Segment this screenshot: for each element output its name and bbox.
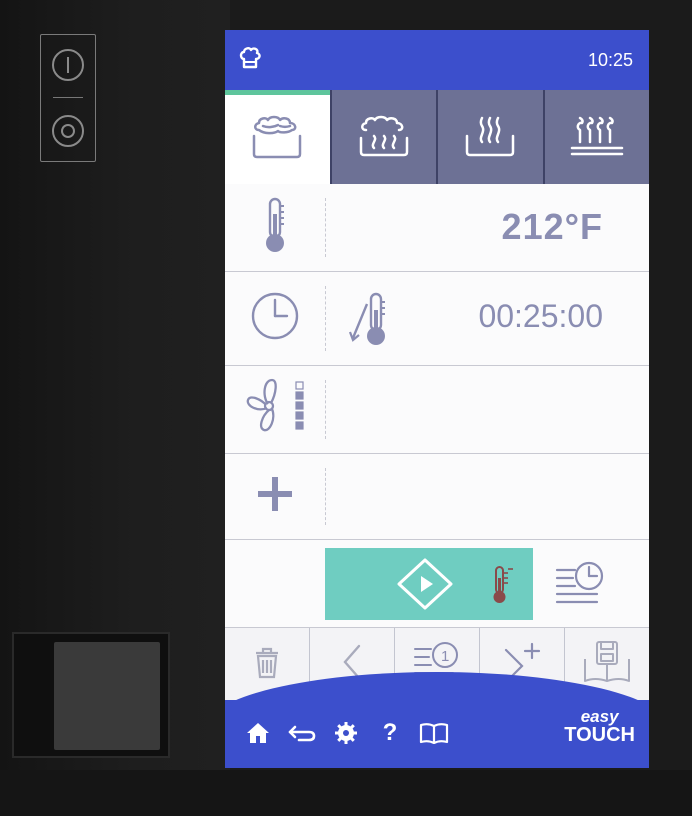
time-icon-cell [225, 272, 325, 365]
thermometer-icon [262, 196, 288, 259]
cooking-mode-tabs [225, 90, 649, 184]
power-panel [40, 34, 96, 162]
temperature-row[interactable]: 212°F [225, 184, 649, 272]
fan-level-bar-filled [295, 421, 304, 430]
row-divider [325, 286, 326, 351]
schedule-icon[interactable] [553, 558, 609, 615]
bottom-nav-icons: ? [243, 718, 449, 748]
power-off-button[interactable] [52, 115, 84, 147]
trash-icon [252, 644, 282, 685]
tab-combi-steam[interactable] [329, 90, 436, 184]
hot-air-mode-icon [250, 114, 304, 165]
logo-line2: TOUCH [564, 724, 635, 746]
home-icon[interactable] [243, 718, 273, 748]
clock-time: 10:25 [587, 49, 633, 70]
row-divider [325, 468, 326, 525]
svg-text:1: 1 [441, 648, 449, 665]
logo-line1: easy [580, 707, 619, 726]
bottom-nav-bar: ? easy TOUCH [225, 672, 649, 768]
help-button[interactable]: ? [375, 718, 405, 748]
chef-hat-icon[interactable] [239, 46, 261, 75]
start-button[interactable] [325, 548, 533, 620]
return-icon[interactable] [287, 718, 317, 748]
add-icon-cell [225, 454, 325, 539]
cooking-time-row[interactable]: 00:25:00 [225, 272, 649, 366]
book-icon[interactable] [419, 718, 449, 748]
row-divider [325, 198, 326, 257]
usb-cover-flap [54, 642, 160, 750]
oven-bezel-bottom [0, 770, 692, 816]
fan-level-bar-filled [295, 391, 304, 400]
tab-low-temp-steam[interactable] [542, 90, 649, 184]
status-bar: 10:25 [225, 30, 649, 90]
fan-level-bar-empty [295, 381, 304, 390]
steam-mode-icon [463, 112, 517, 163]
temperature-value: 212°F [501, 206, 603, 247]
easytouch-logo: easy TOUCH [564, 708, 635, 745]
temperature-icon-cell [225, 184, 325, 271]
core-probe-icon[interactable] [347, 290, 395, 353]
start-row [225, 540, 649, 628]
power-divider [53, 97, 83, 98]
low-temperature-steam-mode-icon [568, 112, 626, 163]
fan-level-bar-filled [295, 401, 304, 410]
cooking-time-value: 00:25:00 [478, 298, 603, 334]
tab-hot-air[interactable] [225, 90, 330, 184]
gear-icon[interactable] [331, 718, 361, 748]
fan-icon [240, 372, 310, 447]
save-book-icon [581, 639, 633, 690]
add-step-row[interactable] [225, 454, 649, 540]
tab-steam[interactable] [436, 90, 543, 184]
usb-port-cover[interactable] [12, 632, 170, 758]
fan-level-bar-filled [295, 411, 304, 420]
touch-screen: 10:25 212°F 00:25:00 1 ? easy TOUCH [225, 30, 649, 768]
fan-speed-row[interactable] [225, 366, 649, 454]
plus-icon[interactable] [255, 474, 295, 519]
core-temperature-icon [491, 564, 515, 611]
power-on-button[interactable] [52, 49, 84, 81]
combi-steam-mode-icon [357, 112, 411, 163]
clock-icon [249, 290, 301, 347]
play-icon [395, 556, 455, 617]
fan-icon-cell [225, 366, 325, 453]
row-divider [325, 380, 326, 439]
